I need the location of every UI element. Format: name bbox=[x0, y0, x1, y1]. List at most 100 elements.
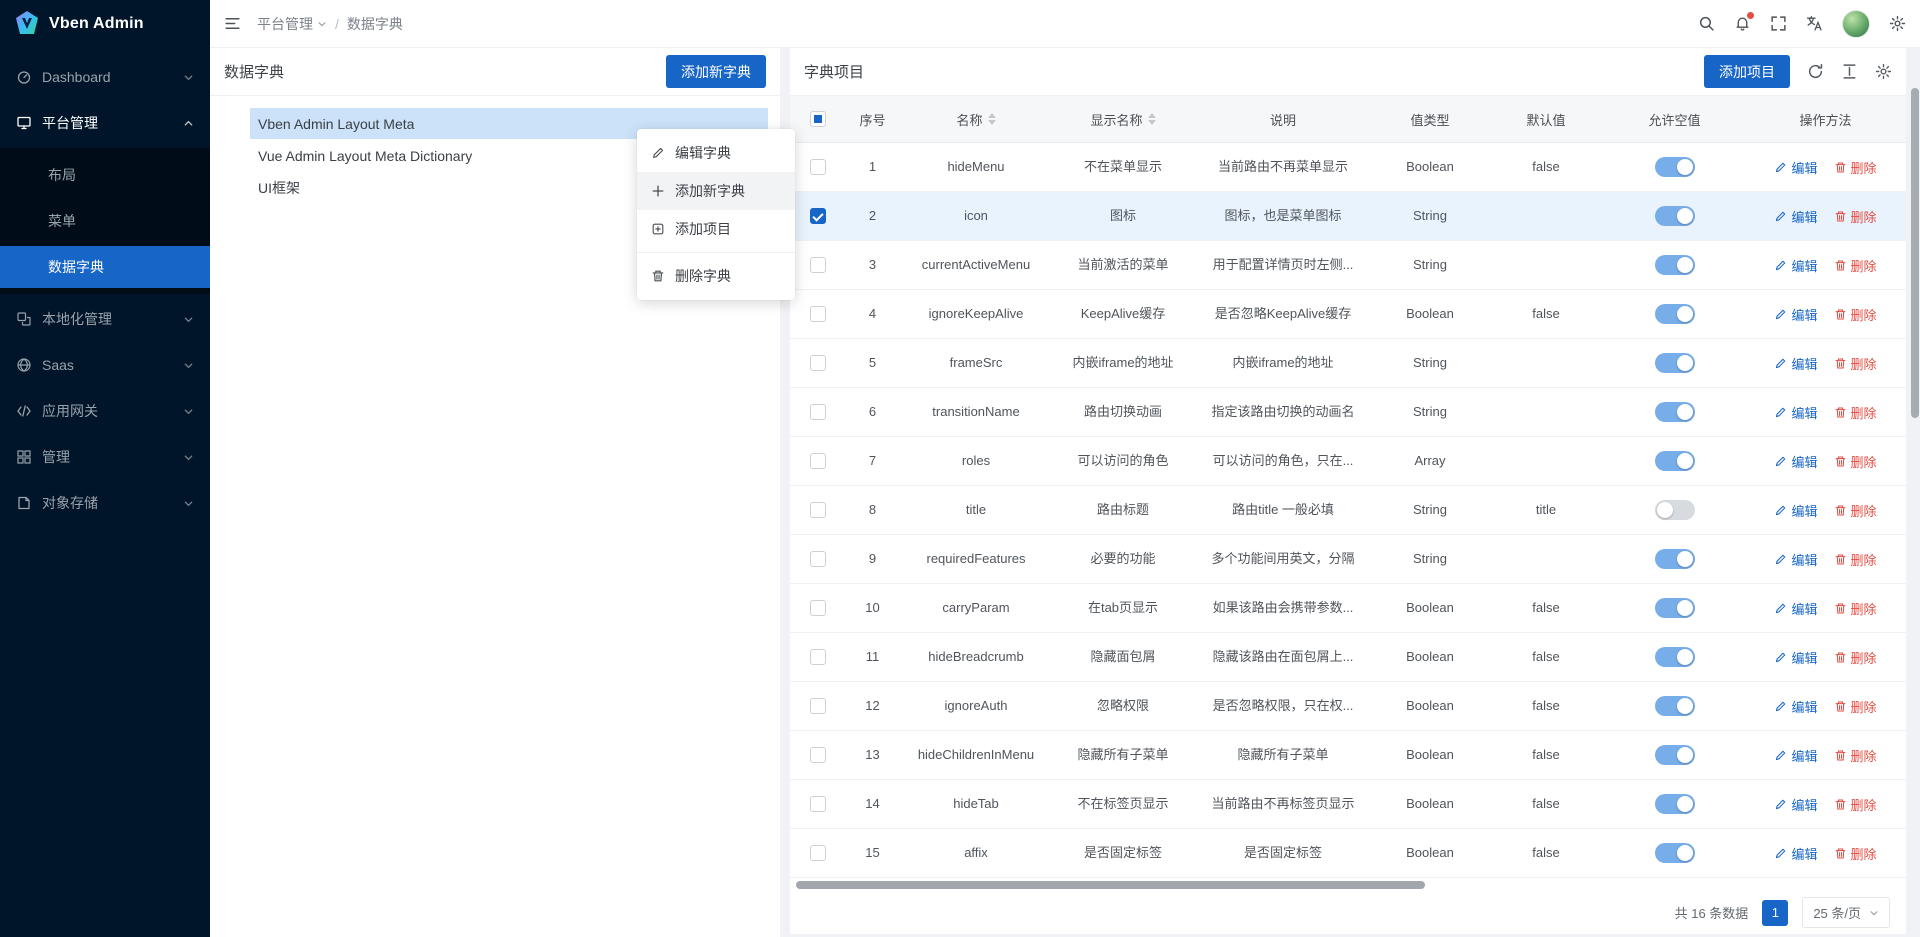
delete-button[interactable]: 删除 bbox=[1834, 256, 1877, 275]
delete-button[interactable]: 删除 bbox=[1834, 697, 1877, 716]
select-all-checkbox[interactable] bbox=[810, 111, 826, 127]
row-checkbox[interactable] bbox=[810, 600, 826, 616]
context-menu-item-edit-dictionary[interactable]: 编辑字典 bbox=[637, 134, 795, 172]
fullscreen-icon[interactable] bbox=[1770, 15, 1787, 32]
edit-button[interactable]: 编辑 bbox=[1774, 746, 1817, 765]
delete-button[interactable]: 删除 bbox=[1834, 795, 1877, 814]
breadcrumb-item[interactable]: 平台管理 bbox=[257, 14, 327, 34]
row-checkbox[interactable] bbox=[810, 698, 826, 714]
delete-button[interactable]: 删除 bbox=[1834, 158, 1877, 177]
sort-icon[interactable] bbox=[988, 113, 996, 125]
add-item-button[interactable]: 添加项目 bbox=[1704, 55, 1790, 88]
delete-button[interactable]: 删除 bbox=[1834, 452, 1877, 471]
refresh-icon[interactable] bbox=[1807, 63, 1824, 80]
allow-null-toggle[interactable] bbox=[1655, 696, 1695, 716]
row-checkbox[interactable] bbox=[810, 845, 826, 861]
allow-null-toggle[interactable] bbox=[1655, 745, 1695, 765]
edit-button[interactable]: 编辑 bbox=[1774, 207, 1817, 226]
trash-icon bbox=[1834, 553, 1847, 566]
edit-button[interactable]: 编辑 bbox=[1774, 452, 1817, 471]
delete-button[interactable]: 删除 bbox=[1834, 746, 1877, 765]
vertical-scrollbar-thumb[interactable] bbox=[1911, 88, 1919, 418]
menu-fold-icon[interactable] bbox=[224, 15, 241, 32]
edit-button[interactable]: 编辑 bbox=[1774, 158, 1817, 177]
delete-button[interactable]: 删除 bbox=[1834, 648, 1877, 667]
user-avatar[interactable] bbox=[1842, 10, 1870, 38]
allow-null-toggle[interactable] bbox=[1655, 451, 1695, 471]
row-checkbox[interactable] bbox=[810, 208, 826, 224]
allow-null-toggle[interactable] bbox=[1655, 206, 1695, 226]
edit-button[interactable]: 编辑 bbox=[1774, 795, 1817, 814]
sidebar-item-manage[interactable]: 管理 bbox=[0, 436, 210, 478]
context-menu-item-add-item[interactable]: 添加项目 bbox=[637, 210, 795, 248]
row-checkbox[interactable] bbox=[810, 453, 826, 469]
sidebar-item-dashboard[interactable]: Dashboard bbox=[0, 56, 210, 98]
row-checkbox[interactable] bbox=[810, 306, 826, 322]
sidebar-item-menu[interactable]: 菜单 bbox=[0, 200, 210, 242]
row-checkbox[interactable] bbox=[810, 551, 826, 567]
delete-button[interactable]: 删除 bbox=[1834, 305, 1877, 324]
delete-button[interactable]: 删除 bbox=[1834, 501, 1877, 520]
edit-button[interactable]: 编辑 bbox=[1774, 305, 1817, 324]
allow-null-toggle[interactable] bbox=[1655, 500, 1695, 520]
sidebar-item-saas[interactable]: Saas bbox=[0, 344, 210, 386]
edit-button[interactable]: 编辑 bbox=[1774, 648, 1817, 667]
allow-null-toggle[interactable] bbox=[1655, 647, 1695, 667]
logo[interactable]: Vben Admin bbox=[0, 0, 210, 48]
column-header[interactable]: 名称 bbox=[900, 96, 1052, 142]
sidebar-item-layout[interactable]: 布局 bbox=[0, 154, 210, 196]
notification-bell-icon[interactable] bbox=[1734, 15, 1751, 32]
edit-button[interactable]: 编辑 bbox=[1774, 844, 1817, 863]
edit-icon bbox=[1774, 749, 1787, 762]
add-dictionary-button[interactable]: 添加新字典 bbox=[666, 55, 766, 88]
delete-button[interactable]: 删除 bbox=[1834, 403, 1877, 422]
edit-button[interactable]: 编辑 bbox=[1774, 501, 1817, 520]
sidebar-item-platform[interactable]: 平台管理 bbox=[0, 102, 210, 144]
page-1-button[interactable]: 1 bbox=[1762, 900, 1788, 926]
edit-button[interactable]: 编辑 bbox=[1774, 256, 1817, 275]
row-checkbox[interactable] bbox=[810, 404, 826, 420]
column-settings-gear-icon[interactable] bbox=[1875, 63, 1892, 80]
sidebar-item-data-dictionary[interactable]: 数据字典 bbox=[0, 246, 210, 288]
search-icon[interactable] bbox=[1698, 15, 1715, 32]
column-header[interactable]: 显示名称 bbox=[1052, 96, 1194, 142]
row-checkbox[interactable] bbox=[810, 796, 826, 812]
allow-null-toggle[interactable] bbox=[1655, 598, 1695, 618]
allow-null-toggle[interactable] bbox=[1655, 304, 1695, 324]
row-checkbox[interactable] bbox=[810, 502, 826, 518]
row-checkbox[interactable] bbox=[810, 747, 826, 763]
edit-button[interactable]: 编辑 bbox=[1774, 403, 1817, 422]
allow-null-toggle[interactable] bbox=[1655, 843, 1695, 863]
allow-null-toggle[interactable] bbox=[1655, 402, 1695, 422]
allow-null-toggle[interactable] bbox=[1655, 255, 1695, 275]
breadcrumb-item[interactable]: 数据字典 bbox=[347, 14, 403, 34]
delete-button[interactable]: 删除 bbox=[1834, 599, 1877, 618]
sidebar-item-gateway[interactable]: 应用网关 bbox=[0, 390, 210, 432]
delete-button[interactable]: 删除 bbox=[1834, 844, 1877, 863]
delete-button[interactable]: 删除 bbox=[1834, 550, 1877, 569]
row-height-icon[interactable] bbox=[1841, 63, 1858, 80]
language-icon[interactable] bbox=[1806, 15, 1823, 32]
row-checkbox[interactable] bbox=[810, 355, 826, 371]
allow-null-toggle[interactable] bbox=[1655, 353, 1695, 373]
page-size-select[interactable]: 25 条/页 bbox=[1802, 897, 1890, 928]
row-checkbox[interactable] bbox=[810, 257, 826, 273]
delete-button[interactable]: 删除 bbox=[1834, 354, 1877, 373]
sidebar-item-storage[interactable]: 对象存储 bbox=[0, 482, 210, 524]
sort-icon[interactable] bbox=[1148, 113, 1156, 125]
allow-null-toggle[interactable] bbox=[1655, 549, 1695, 569]
edit-button[interactable]: 编辑 bbox=[1774, 599, 1817, 618]
allow-null-toggle[interactable] bbox=[1655, 157, 1695, 177]
context-menu-item-add-new-dictionary[interactable]: 添加新字典 bbox=[637, 172, 795, 210]
edit-button[interactable]: 编辑 bbox=[1774, 550, 1817, 569]
allow-null-toggle[interactable] bbox=[1655, 794, 1695, 814]
delete-button[interactable]: 删除 bbox=[1834, 207, 1877, 226]
context-menu-item-delete-dictionary[interactable]: 删除字典 bbox=[637, 257, 795, 295]
row-checkbox[interactable] bbox=[810, 159, 826, 175]
row-checkbox[interactable] bbox=[810, 649, 826, 665]
settings-gear-icon[interactable] bbox=[1889, 15, 1906, 32]
edit-button[interactable]: 编辑 bbox=[1774, 697, 1817, 716]
sidebar-item-locale[interactable]: 本地化管理 bbox=[0, 298, 210, 340]
edit-button[interactable]: 编辑 bbox=[1774, 354, 1817, 373]
horizontal-scrollbar-thumb[interactable] bbox=[796, 881, 1425, 889]
